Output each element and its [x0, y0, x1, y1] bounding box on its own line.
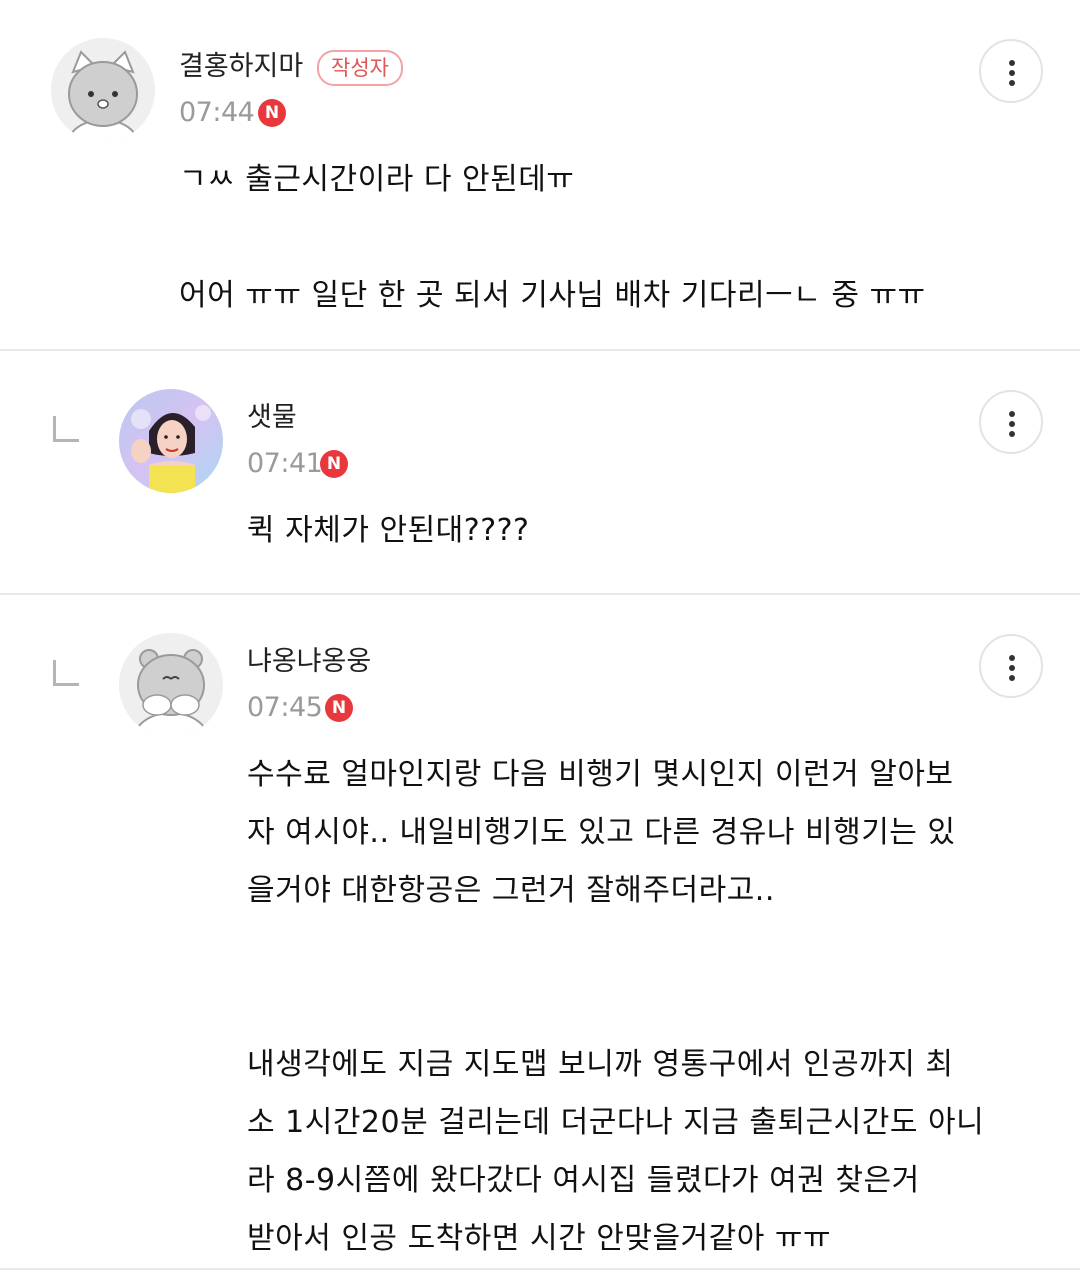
avatar[interactable] — [119, 389, 223, 493]
author-name[interactable]: 결홍하지마 — [179, 50, 303, 84]
more-options-button[interactable] — [979, 39, 1043, 103]
comment-text: 수수료 얼마인지랑 다음 비행기 몇시인지 이런거 알아보 자 여시야.. 내일… — [247, 757, 985, 1256]
gray-cat-avatar-icon — [51, 38, 155, 142]
comment-text: ㄱㅆ 출근시간이라 다 안된데ㅠ 어어 ㅠㅠ 일단 한 곳 되서 기사님 배차 … — [179, 162, 926, 313]
comment-item: 결홍하지마 작성자 07:44 N ㄱㅆ 출근시간이라 다 안된데ㅠ 어어 ㅠㅠ… — [0, 0, 1080, 350]
comment-time: 07:44 — [179, 97, 255, 128]
comment-item: 냐옹냐옹웅 07:45 N 수수료 얼마인지랑 다음 비행기 몇시인지 이런거 … — [0, 595, 1080, 1274]
author-name[interactable]: 샛물 — [247, 401, 297, 435]
more-options-button[interactable] — [979, 634, 1043, 698]
more-options-button[interactable] — [979, 390, 1043, 454]
author-name[interactable]: 냐옹냐옹웅 — [247, 645, 371, 679]
comment-time: 07:41 — [247, 448, 323, 479]
photo-avatar-icon — [119, 389, 223, 493]
gray-bear-avatar-icon — [119, 633, 223, 737]
new-badge: N — [325, 694, 353, 722]
avatar[interactable] — [51, 38, 155, 142]
new-badge: N — [320, 450, 348, 478]
comment-text: 퀵 자체가 안된대???? — [247, 513, 530, 548]
comment-item: 샛물 07:41 N 퀵 자체가 안된대???? — [0, 351, 1080, 593]
author-badge: 작성자 — [317, 50, 403, 86]
reply-indicator-icon — [53, 660, 79, 686]
avatar[interactable] — [119, 633, 223, 737]
divider — [0, 1268, 1080, 1270]
reply-indicator-icon — [53, 416, 79, 442]
new-badge: N — [258, 99, 286, 127]
comment-time: 07:45 — [247, 692, 323, 723]
